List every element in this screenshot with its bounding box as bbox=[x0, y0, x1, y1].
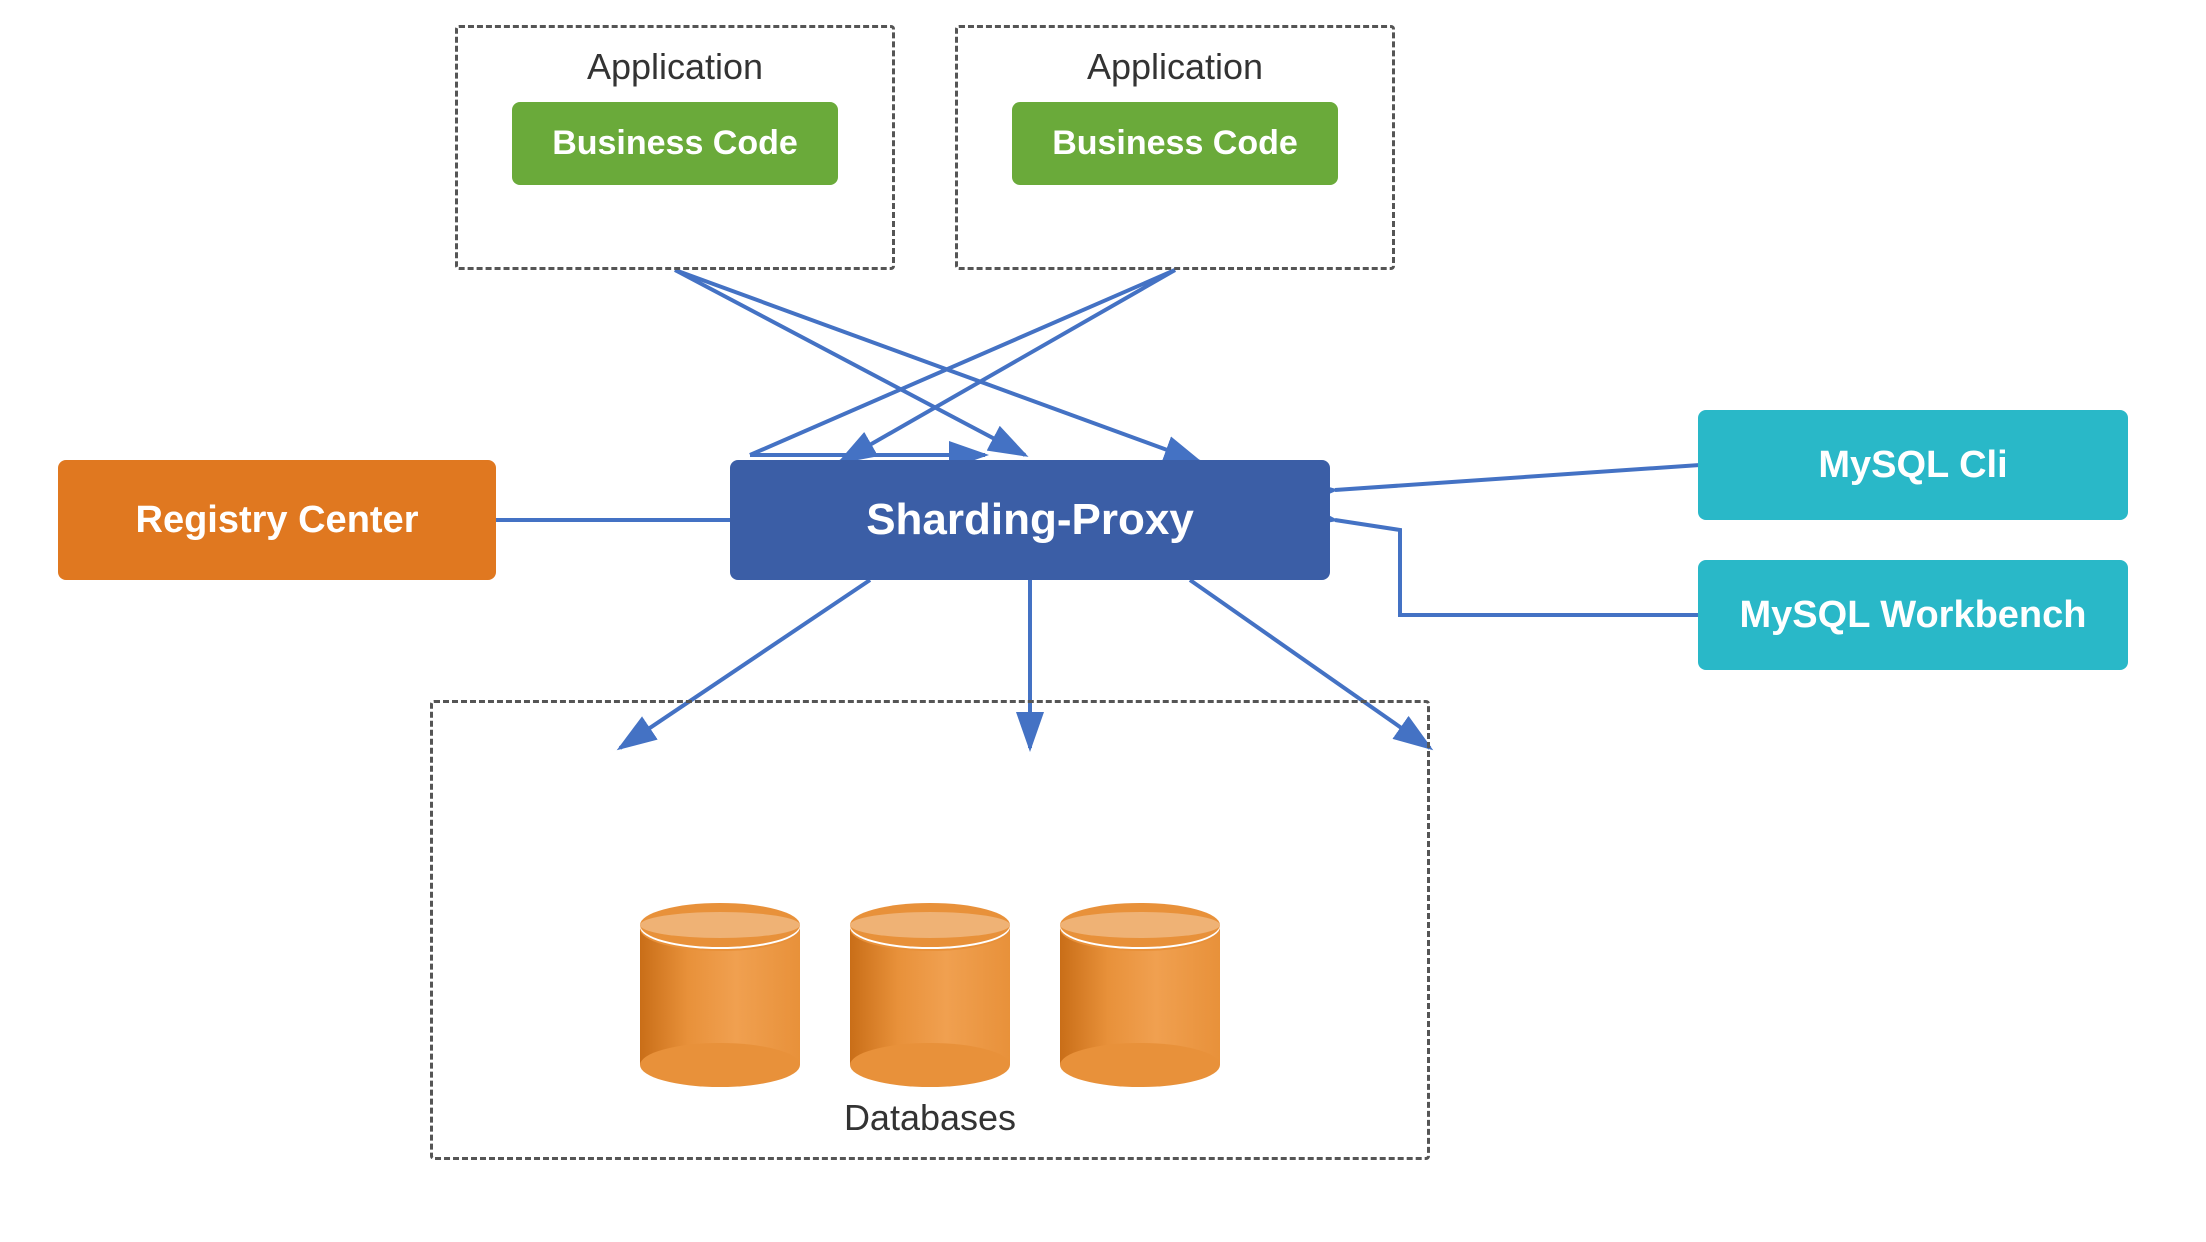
mysql-cli-box: MySQL Cli bbox=[1698, 410, 2128, 520]
app1-business-code: Business Code bbox=[512, 102, 838, 185]
db2-bottom bbox=[850, 1043, 1010, 1087]
database-3 bbox=[1060, 903, 1220, 1087]
application-1-box: Application Business Code bbox=[455, 25, 895, 270]
registry-center-box: Registry Center bbox=[58, 460, 496, 580]
sharding-proxy-box: Sharding-Proxy bbox=[730, 460, 1330, 580]
mysql-workbench-box: MySQL Workbench bbox=[1698, 560, 2128, 670]
db3-stripe bbox=[1060, 912, 1220, 938]
db1-stripe bbox=[640, 912, 800, 938]
db2-top bbox=[850, 903, 1010, 947]
db3-bottom bbox=[1060, 1043, 1220, 1087]
db2-stripe bbox=[850, 912, 1010, 938]
mysql-workbench-label: MySQL Workbench bbox=[1740, 594, 2087, 637]
db-cylinders bbox=[610, 883, 1250, 1087]
databases-box: Databases bbox=[430, 700, 1430, 1160]
diagram: Application Business Code Application Bu… bbox=[0, 0, 2206, 1242]
db3-top bbox=[1060, 903, 1220, 947]
registry-center-label: Registry Center bbox=[136, 499, 419, 542]
db1-top bbox=[640, 903, 800, 947]
application-2-box: Application Business Code bbox=[955, 25, 1395, 270]
db1-bottom bbox=[640, 1043, 800, 1087]
app2-label: Application bbox=[1087, 46, 1263, 88]
mysql-cli-label: MySQL Cli bbox=[1818, 444, 2007, 487]
app2-business-code: Business Code bbox=[1012, 102, 1338, 185]
database-1 bbox=[640, 903, 800, 1087]
database-2 bbox=[850, 903, 1010, 1087]
app1-label: Application bbox=[587, 46, 763, 88]
sharding-proxy-label: Sharding-Proxy bbox=[866, 495, 1194, 545]
databases-label: Databases bbox=[844, 1097, 1016, 1139]
